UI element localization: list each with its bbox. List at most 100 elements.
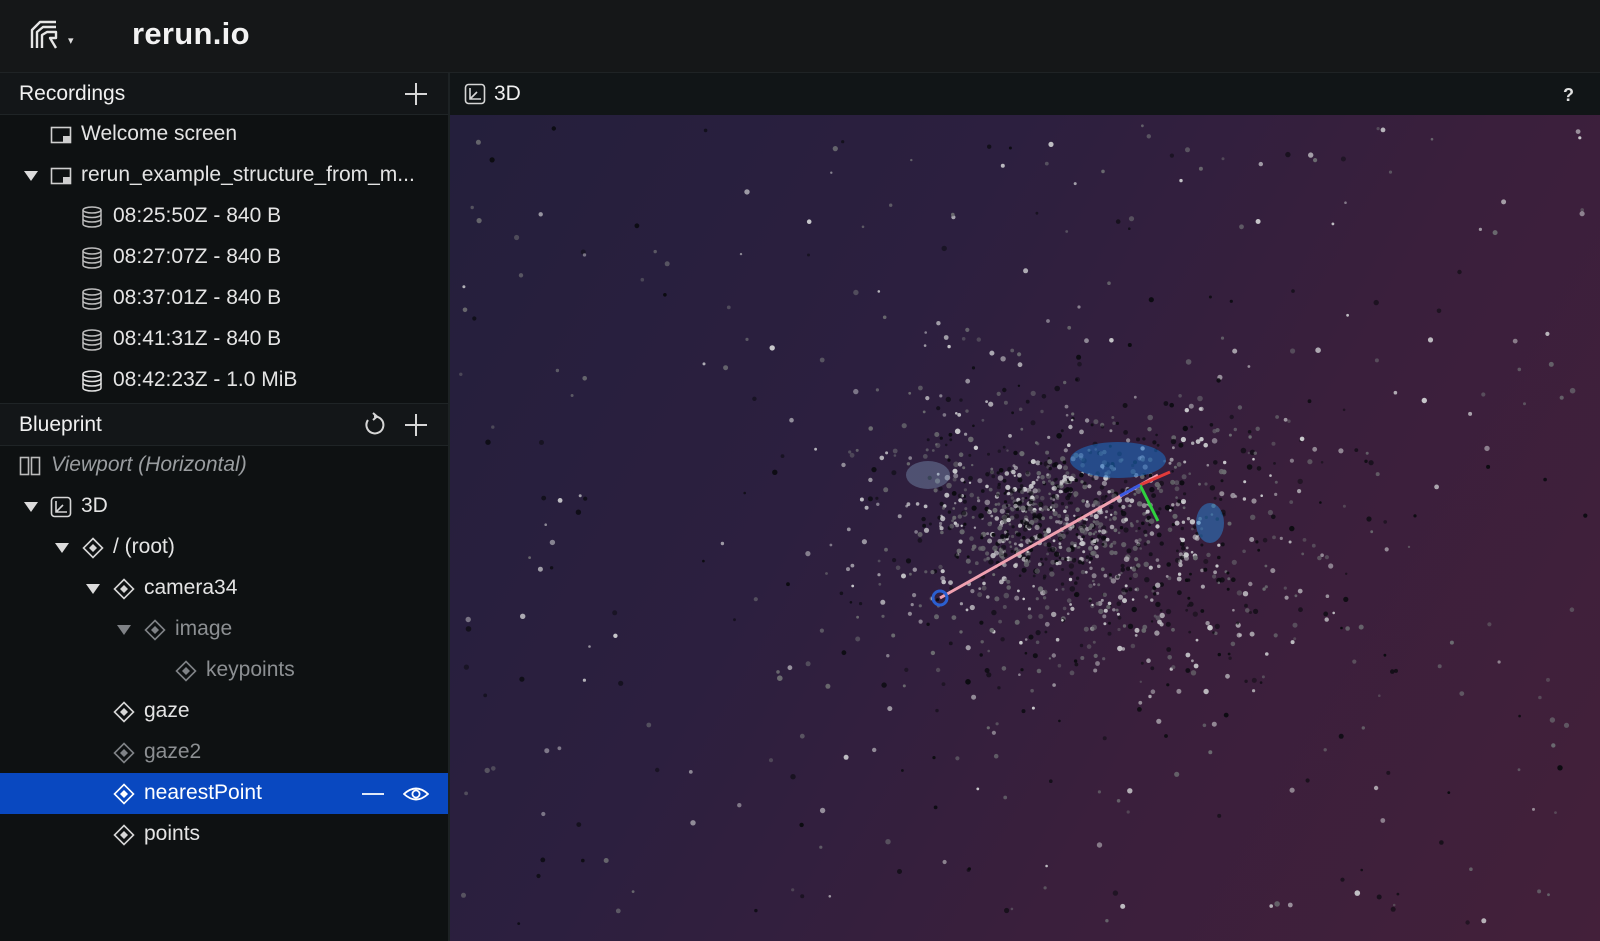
blueprint-item-nearestpoint[interactable]: nearestPoint [0,773,448,814]
viewport-tab-3d[interactable]: 3D [494,82,521,106]
point [1169,153,1174,158]
point [1035,597,1039,601]
blueprint-item-root[interactable]: / (root) [0,527,448,568]
point [1066,547,1072,553]
point [1030,420,1036,426]
point [938,486,943,491]
point [483,693,488,698]
point [790,774,796,780]
recording-item-0827[interactable]: 08:27:07Z - 840 B [0,237,448,278]
point [1165,608,1172,615]
point [1069,586,1076,592]
point [947,510,952,514]
point [1204,482,1208,486]
point [1229,414,1234,420]
blueprint-item-camera34[interactable]: camera34 [0,568,448,609]
point [944,443,948,447]
point [744,189,750,195]
add-recording-plus-icon[interactable] [403,81,429,107]
point [1146,540,1151,544]
point [485,439,491,445]
eye-icon[interactable] [403,783,429,805]
point [1112,608,1116,612]
point [965,558,971,564]
point [1165,621,1171,627]
point [1136,501,1143,507]
point [1069,603,1072,606]
point [1032,488,1038,494]
point [1264,564,1268,568]
chevron-down-icon[interactable] [117,624,131,636]
add-view-plus-icon[interactable] [403,412,429,438]
recording-item-0837[interactable]: 08:37:01Z - 840 B [0,278,448,319]
point [1110,578,1117,584]
point [864,505,869,510]
point [1068,557,1073,562]
point [886,654,890,658]
point [1096,842,1103,848]
app-menu-caret-icon[interactable]: ▾ [68,34,74,47]
chevron-down-icon[interactable] [86,583,100,595]
recording-item-0841[interactable]: 08:41:31Z - 840 B [0,319,448,360]
point [1123,479,1128,484]
point [853,289,859,296]
point [1011,411,1014,415]
point [1148,523,1151,527]
recording-item-0825[interactable]: 08:25:50Z - 840 B [0,196,448,237]
point [1150,598,1154,602]
blueprint-item-3d[interactable]: 3D [0,486,448,527]
point [1068,563,1075,569]
point [1112,890,1119,896]
recording-item-welcome[interactable]: Welcome screen [0,114,448,155]
chevron-down-icon[interactable] [24,501,38,513]
point [940,516,946,522]
point [1549,717,1556,723]
blueprint-item-image[interactable]: image [0,609,448,650]
rerun-logo-icon[interactable] [26,18,62,54]
recording-item-app[interactable]: rerun_example_structure_from_m... [0,155,448,196]
point [985,472,990,477]
point [555,368,560,373]
point [973,526,977,529]
point [964,507,968,511]
blueprint-item-keypoints[interactable]: keypoints [0,650,448,691]
point [819,807,826,814]
point [1093,419,1099,425]
point [1032,574,1036,578]
blueprint-item-gaze2[interactable]: gaze2 [0,732,448,773]
point [576,822,582,827]
point [1154,630,1160,636]
recording-item-0842[interactable]: 08:42:23Z - 1.0 MiB [0,360,448,401]
point [1128,227,1131,230]
point [1137,526,1141,530]
point [1060,502,1065,506]
point [1238,633,1243,637]
point [926,438,930,442]
chevron-down-icon[interactable] [24,170,38,182]
help-button[interactable]: ? [1563,85,1574,106]
point [1067,501,1071,505]
point [949,438,953,442]
blueprint-item-points[interactable]: points [0,814,448,855]
reset-icon[interactable] [361,412,387,438]
point [1575,129,1581,134]
point [1090,550,1095,556]
point [1065,230,1069,233]
blueprint-item-gaze[interactable]: gaze [0,691,448,732]
point [1249,537,1255,542]
3d-scene-canvas[interactable] [450,115,1600,941]
point [1384,547,1389,552]
point [1091,624,1097,631]
point [1126,810,1130,814]
point [1115,219,1121,224]
chevron-down-icon[interactable] [55,542,69,554]
point [663,293,667,297]
remove-icon[interactable] [362,783,384,805]
point [1018,673,1021,676]
blueprint-item-viewport[interactable]: Viewport (Horizontal) [0,445,448,486]
point [1269,904,1273,908]
point [1251,498,1257,504]
point [1200,584,1205,589]
point [1043,530,1046,534]
point [904,667,909,673]
